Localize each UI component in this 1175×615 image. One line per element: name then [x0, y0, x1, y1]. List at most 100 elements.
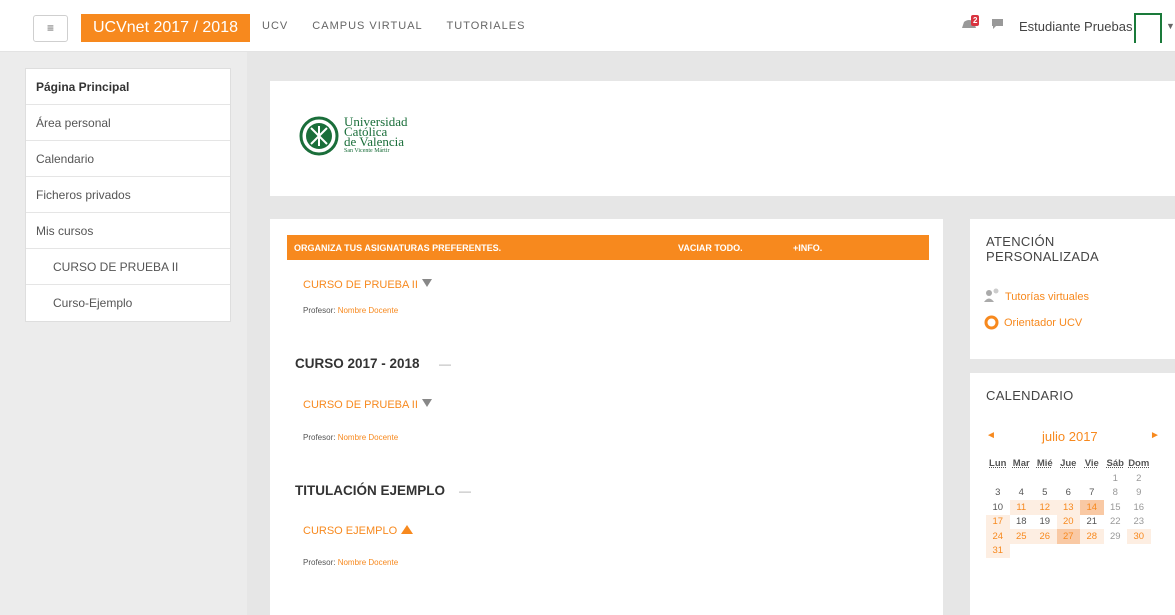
user-name[interactable]: Estudiante Pruebas [1019, 19, 1132, 34]
university-seal-logo [299, 116, 339, 156]
favorite-course-link[interactable]: CURSO DE PRUEBA II [303, 279, 432, 291]
calendar-day[interactable]: 31 [986, 543, 1010, 558]
avatar[interactable] [1134, 13, 1162, 43]
nav-link-tutoriales[interactable]: TUTORIALES [447, 20, 526, 32]
calendar-day[interactable]: 28 [1080, 529, 1104, 544]
calendar-day: 7 [1089, 487, 1095, 499]
weekday-2: Mié [1036, 458, 1053, 469]
section-title-titulacion-ejemplo: TITULACIÓN EJEMPLO [295, 483, 446, 498]
calendar-empty-cell [1010, 471, 1034, 486]
sidebar-item-ficheros-privados[interactable]: Ficheros privados [26, 177, 230, 213]
calendar-day: 1 [1112, 472, 1118, 484]
calendar-week: 12 [986, 471, 1151, 486]
calendar-month-link[interactable]: julio 2017 [1042, 429, 1098, 444]
calendar-day: 21 [1086, 516, 1098, 528]
messages-icon[interactable] [991, 18, 1004, 30]
calendar-day[interactable]: 27 [1056, 529, 1080, 544]
calendar-day[interactable]: 13 [1056, 500, 1080, 515]
calendar-day[interactable]: 25 [1009, 529, 1033, 544]
organize-bar: ORGANIZA TUS ASIGNATURAS PREFERENTES. VA… [287, 235, 929, 260]
calendar-day: 23 [1133, 516, 1145, 528]
course-name[interactable]: CURSO EJEMPLO [303, 525, 397, 537]
calendar-grid: Lun Mar Mié Jue Vie Sáb Dom 1 2 3 4 5 6 7 8 9 10 11 12 13 1… [986, 456, 1151, 558]
course-name[interactable]: CURSO DE PRUEBA II [303, 399, 418, 411]
sidebar-item-curso-ejemplo[interactable]: Curso-Ejemplo [26, 285, 230, 321]
calendar-week: 17 18 19 20 21 22 23 [986, 514, 1151, 529]
calendar-empty-cell [986, 471, 1010, 486]
section-title-curso-2017-2018: CURSO 2017 - 2018 [295, 356, 420, 371]
caret-down-icon[interactable] [421, 279, 432, 287]
calendar-day: 2 [1136, 472, 1142, 484]
attention-title-line-2: PERSONALIZADA [986, 249, 1099, 264]
calendar-title: CALENDARIO [986, 388, 1074, 403]
weekday-0: Lun [989, 458, 1007, 469]
course-teacher: Profesor: Nombre Docente [303, 306, 398, 315]
calendar-day: 6 [1065, 487, 1071, 499]
calendar-day: 3 [995, 487, 1001, 499]
users-icon [984, 288, 999, 302]
calendar-day[interactable]: 14 [1080, 500, 1104, 515]
section-course-link[interactable]: CURSO DE PRUEBA II [303, 399, 432, 411]
collapse-toggle[interactable]: — [459, 484, 471, 498]
university-logo-text: Universidad Católica de Valencia San Vic… [344, 115, 408, 155]
brand-button[interactable]: UCVnet 2017 / 2018 [81, 14, 250, 42]
sidebar-item-area-personal[interactable]: Área personal [26, 105, 230, 141]
calendar-empty-cell [1127, 544, 1151, 559]
course-teacher: Profesor: Nombre Docente [303, 558, 398, 567]
calendar-weekday-row: Lun Mar Mié Jue Vie Sáb Dom [986, 456, 1151, 471]
calendar-day: 8 [1112, 487, 1118, 499]
section-course-link[interactable]: CURSO EJEMPLO [303, 525, 414, 537]
sidebar-item-curso-prueba-ii[interactable]: CURSO DE PRUEBA II [26, 249, 230, 285]
clear-all-link[interactable]: VACIAR TODO. [678, 243, 743, 253]
orientador-ucv-link[interactable]: Orientador UCV [1004, 317, 1082, 329]
calendar-day[interactable]: 30 [1127, 529, 1151, 544]
calendar-empty-cell [1057, 471, 1081, 486]
tutorias-virtuales-link[interactable]: Tutorías virtuales [1005, 291, 1089, 303]
hamburger-icon: ≡ [46, 21, 54, 35]
calendar-day: 5 [1042, 487, 1048, 499]
notification-badge: 2 [971, 15, 980, 26]
calendar-day: 19 [1039, 516, 1051, 528]
collapse-toggle[interactable]: — [439, 357, 451, 371]
calendar-next-button[interactable]: ► [1150, 430, 1160, 441]
sidebar-item-calendario[interactable]: Calendario [26, 141, 230, 177]
teacher-name-link[interactable]: Nombre Docente [338, 433, 398, 442]
course-name[interactable]: CURSO DE PRUEBA II [303, 279, 418, 291]
weekday-6: Dom [1128, 458, 1150, 469]
top-navbar: ≡ UCVnet 2017 / 2018 UCV CAMPUS VIRTUAL … [0, 0, 1175, 52]
calendar-day[interactable]: 20 [1056, 514, 1080, 529]
teacher-label: Profesor: [303, 433, 336, 442]
calendar-day[interactable]: 17 [986, 514, 1010, 529]
calendar-day[interactable]: 24 [986, 529, 1010, 544]
calendar-day: 9 [1136, 487, 1142, 499]
weekday-1: Mar [1012, 458, 1030, 469]
calendar-day: 15 [1109, 501, 1121, 513]
calendar-empty-cell [1033, 471, 1057, 486]
teacher-name-link[interactable]: Nombre Docente [338, 558, 398, 567]
menu-toggle-button[interactable]: ≡ [33, 15, 68, 42]
sidebar-nav: Página Principal Área personal Calendari… [25, 68, 231, 322]
attention-title-line-1: ATENCIÓN [986, 234, 1055, 249]
weekday-3: Jue [1060, 458, 1077, 469]
calendar-day[interactable]: 26 [1033, 529, 1057, 544]
calendar-empty-cell [1080, 544, 1104, 559]
calendar-days: 1 2 3 4 5 6 7 8 9 10 11 12 13 14 15 16 17 18 19 20 21 22 23 24 2… [986, 471, 1151, 558]
teacher-name-link[interactable]: Nombre Docente [338, 306, 398, 315]
calendar-day[interactable]: 12 [1033, 500, 1057, 515]
more-info-link[interactable]: +INFO. [793, 243, 822, 253]
nav-link-ucv[interactable]: UCV [262, 20, 288, 32]
calendar-day: 10 [992, 501, 1004, 513]
calendar-day: 4 [1018, 487, 1024, 499]
sidebar-item-mis-cursos[interactable]: Mis cursos [26, 213, 230, 249]
sidebar-item-pagina-principal[interactable]: Página Principal [26, 69, 230, 105]
calendar-week: 24 25 26 27 28 29 30 [986, 529, 1151, 544]
calendar-day[interactable]: 11 [1009, 500, 1033, 515]
nav-link-campus-virtual[interactable]: CAMPUS VIRTUAL [312, 20, 422, 32]
calendar-empty-cell [1080, 471, 1104, 486]
caret-down-icon[interactable] [421, 399, 432, 407]
calendar-day: 22 [1109, 516, 1121, 528]
calendar-week: 3 4 5 6 7 8 9 [986, 486, 1151, 501]
caret-up-icon[interactable] [401, 525, 414, 534]
calendar-prev-button[interactable]: ◄ [986, 430, 996, 441]
chevron-down-icon[interactable]: ▼ [1166, 21, 1175, 31]
